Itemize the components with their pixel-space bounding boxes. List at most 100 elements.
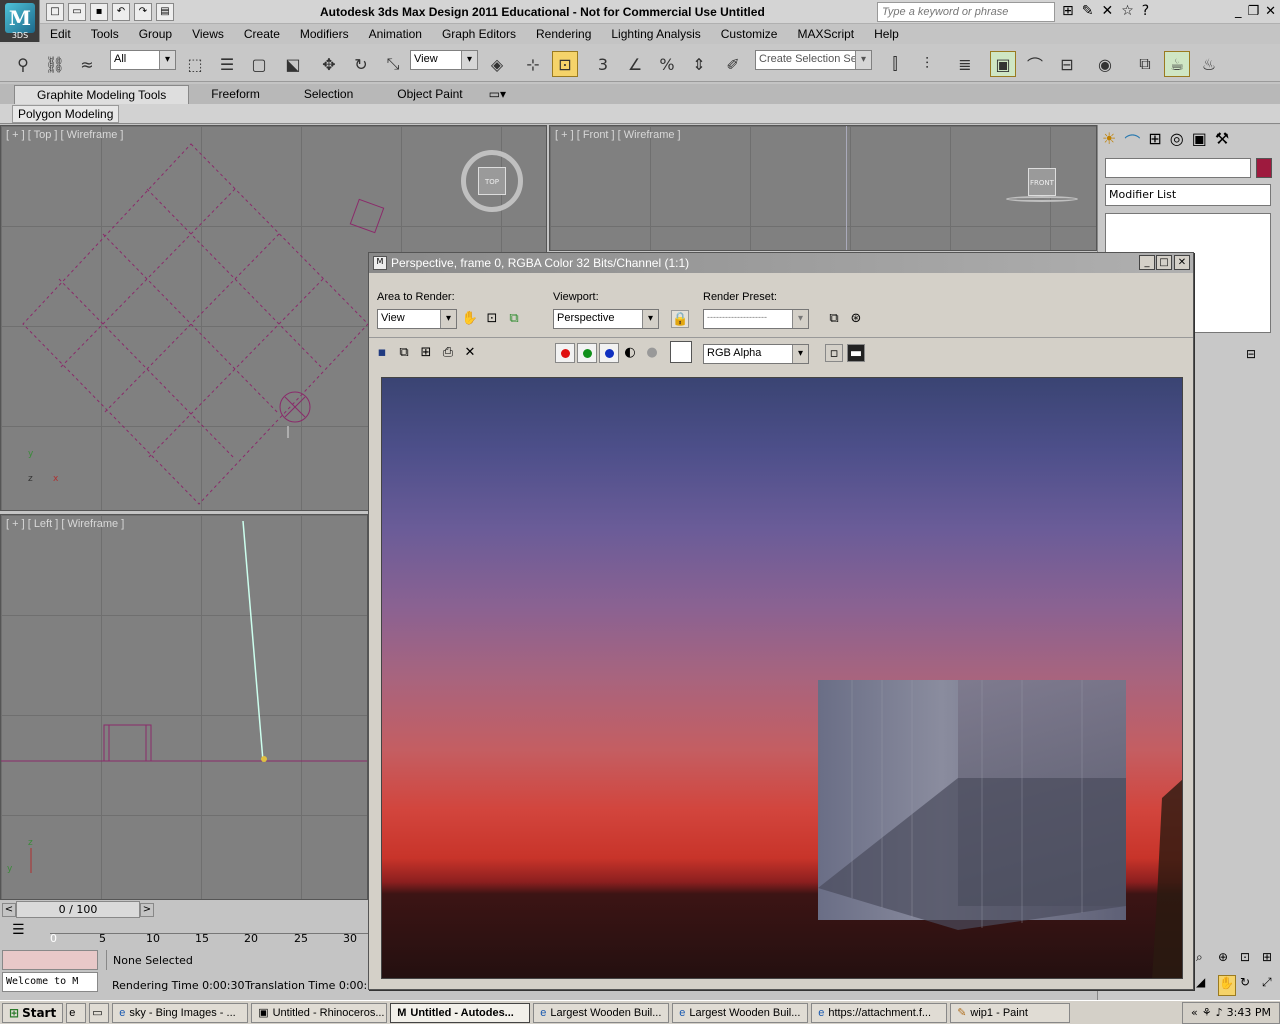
zoom-icon[interactable]: ⌕ xyxy=(1196,950,1214,971)
menu-rendering[interactable]: Rendering xyxy=(526,27,601,41)
toggle-ui-icon[interactable]: ▬ xyxy=(847,344,865,362)
task-rhinoceros[interactable]: ▣ Untitled - Rhinoceros... xyxy=(251,1002,388,1023)
blue-channel-toggle[interactable] xyxy=(599,343,619,363)
menu-customize[interactable]: Customize xyxy=(711,27,788,41)
binoculars-icon[interactable]: ⊞ xyxy=(1062,3,1074,19)
selection-filter-dropdown[interactable]: All xyxy=(110,50,176,70)
menu-edit[interactable]: Edit xyxy=(40,27,81,41)
zoom-extents-icon[interactable]: ⊡ xyxy=(1240,950,1258,971)
undo-icon[interactable]: ↶ xyxy=(112,3,130,21)
maxscript-listener-top[interactable] xyxy=(2,950,98,970)
environment-effects-icon[interactable]: ⊛ xyxy=(847,310,865,328)
object-color-swatch[interactable] xyxy=(1256,158,1272,178)
toggle-ui-overlay-icon[interactable]: ▫ xyxy=(825,344,843,362)
save-file-icon[interactable]: ▪ xyxy=(90,3,108,21)
region-selected-icon[interactable]: ⧉ xyxy=(505,310,523,328)
communication-icon[interactable]: ✕ xyxy=(1101,3,1113,19)
select-object-icon[interactable]: ⬚ xyxy=(182,51,208,77)
curve-editor-mini-icon[interactable]: ☰ xyxy=(12,922,25,938)
minimize-icon[interactable]: _ xyxy=(1235,4,1242,19)
red-channel-toggle[interactable] xyxy=(555,343,575,363)
select-link-icon[interactable]: ⚲ xyxy=(10,51,36,77)
angle-snap-icon[interactable]: ∠ xyxy=(622,51,648,77)
unlink-icon[interactable]: ⛓ xyxy=(42,51,68,77)
scale-icon[interactable]: ⤡ xyxy=(380,51,406,77)
spinner-snap-icon[interactable]: ⇕ xyxy=(686,51,712,77)
schematic-view-icon[interactable]: ⊟ xyxy=(1054,51,1080,77)
display-tab-icon[interactable]: ▣ xyxy=(1192,129,1207,153)
close-icon[interactable]: ✕ xyxy=(1265,4,1276,19)
motion-tab-icon[interactable]: ◎ xyxy=(1170,129,1184,153)
zoom-all-icon[interactable]: ⊕ xyxy=(1218,950,1236,971)
help-search-input[interactable]: Type a keyword or phrase xyxy=(877,2,1055,22)
menu-animation[interactable]: Animation xyxy=(359,27,432,41)
align-icon[interactable]: ⫶ xyxy=(914,51,940,77)
mirror-icon[interactable]: ⫿ xyxy=(882,51,908,77)
trackbar[interactable]: ☰ 0 5 10 15 20 25 30 xyxy=(0,920,368,946)
render-preset-dropdown[interactable]: -------------------- xyxy=(703,309,809,329)
reference-coordinate-dropdown[interactable]: View xyxy=(410,50,478,70)
tray-expand-icon[interactable]: « xyxy=(1191,1006,1198,1019)
render-maximize-icon[interactable]: □ xyxy=(1156,255,1172,270)
task-paint[interactable]: ✎ wip1 - Paint xyxy=(950,1002,1071,1023)
next-frame-icon[interactable]: > xyxy=(140,903,154,917)
window-crossing-icon[interactable]: ⬕ xyxy=(280,51,306,77)
green-channel-toggle[interactable] xyxy=(577,343,597,363)
ribbon-options-icon[interactable]: ▭▾ xyxy=(489,87,506,101)
tray-network-icon[interactable]: ⚘ xyxy=(1202,1006,1212,1019)
polygon-modeling-button[interactable]: Polygon Modeling xyxy=(12,105,120,123)
object-name-input[interactable] xyxy=(1105,158,1251,178)
menu-create[interactable]: Create xyxy=(234,27,290,41)
task-attachment[interactable]: e https://attachment.f... xyxy=(811,1002,948,1023)
menu-lighting-analysis[interactable]: Lighting Analysis xyxy=(601,27,710,41)
hierarchy-tab-icon[interactable]: ⊞ xyxy=(1148,129,1161,153)
viewport-left[interactable]: [ + ] [ Left ] [ Wireframe ] z y xyxy=(0,514,368,900)
quicklaunch-ie-icon[interactable]: e xyxy=(66,1002,87,1023)
app-menu-button[interactable]: M 3DS xyxy=(0,0,40,42)
render-setup-small-icon[interactable]: ⧉ xyxy=(825,310,843,328)
maxscript-listener-input[interactable]: Welcome to M xyxy=(2,972,98,992)
menu-views[interactable]: Views xyxy=(182,27,234,41)
create-tab-icon[interactable]: ☀ xyxy=(1102,129,1116,153)
render-production-icon[interactable]: ♨ xyxy=(1196,51,1222,77)
area-to-render-dropdown[interactable]: View xyxy=(377,309,457,329)
alpha-channel-icon[interactable]: ◐ xyxy=(621,344,639,362)
layer-manager-icon[interactable]: ≣ xyxy=(952,51,978,77)
menu-help[interactable]: Help xyxy=(864,27,909,41)
viewcube-top[interactable]: TOP xyxy=(478,167,506,195)
prev-frame-icon[interactable]: < xyxy=(2,903,16,917)
bind-space-warp-icon[interactable]: ≈ xyxy=(74,51,100,77)
clock[interactable]: 3:43 PM xyxy=(1227,1006,1271,1019)
new-file-icon[interactable]: □ xyxy=(46,3,64,21)
help-icon[interactable]: ? xyxy=(1142,3,1149,19)
viewport-front-label[interactable]: [ + ] [ Front ] [ Wireframe ] xyxy=(555,129,681,141)
select-manipulate-icon[interactable]: ⊹ xyxy=(520,51,546,77)
edit-region-icon[interactable]: ✋ xyxy=(461,310,479,328)
project-folder-icon[interactable]: ▤ xyxy=(156,3,174,21)
rotate-icon[interactable]: ↻ xyxy=(348,51,374,77)
viewcube-ring[interactable]: TOP xyxy=(461,150,523,212)
clear-image-icon[interactable]: ✕ xyxy=(461,344,479,362)
graphite-toggle-icon[interactable]: ▣ xyxy=(990,51,1016,77)
task-largest-wooden-2[interactable]: e Largest Wooden Buil... xyxy=(672,1002,809,1023)
time-slider[interactable]: 0 / 100 xyxy=(16,901,140,918)
orbit-icon[interactable]: ↻ xyxy=(1240,975,1258,997)
wrench-icon[interactable]: ✎ xyxy=(1082,3,1094,19)
task-bing-images[interactable]: e sky - Bing Images - ... xyxy=(112,1002,249,1023)
curve-editor-icon[interactable]: ⌒ xyxy=(1022,51,1048,77)
lock-viewport-icon[interactable]: 🔒 xyxy=(671,310,689,328)
task-largest-wooden-1[interactable]: e Largest Wooden Buil... xyxy=(533,1002,670,1023)
modify-tab-icon[interactable]: ⌒ xyxy=(1124,129,1140,153)
viewport-front[interactable]: [ + ] [ Front ] [ Wireframe ] FRONT xyxy=(549,125,1097,251)
keyboard-shortcut-override-icon[interactable]: ⊡ xyxy=(552,51,578,77)
favorites-star-icon[interactable]: ☆ xyxy=(1121,3,1134,19)
render-close-icon[interactable]: ✕ xyxy=(1174,255,1190,270)
menu-tools[interactable]: Tools xyxy=(81,27,129,41)
monochrome-icon[interactable]: ● xyxy=(643,344,661,362)
tab-freeform[interactable]: Freeform xyxy=(189,85,282,103)
menu-maxscript[interactable]: MAXScript xyxy=(787,27,864,41)
select-by-name-icon[interactable]: ☰ xyxy=(214,51,240,77)
move-icon[interactable]: ✥ xyxy=(316,51,342,77)
utilities-tab-icon[interactable]: ⚒ xyxy=(1215,129,1229,153)
redo-icon[interactable]: ↷ xyxy=(134,3,152,21)
